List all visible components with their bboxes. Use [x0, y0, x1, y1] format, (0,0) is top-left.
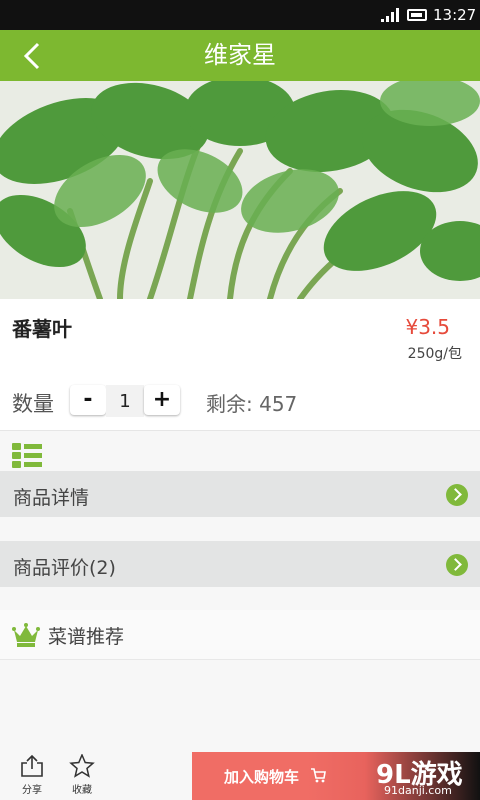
favorite-button[interactable]: 收藏: [62, 754, 102, 798]
product-details-label: 商品详情: [13, 487, 90, 509]
stock-remaining: 剩余: 457: [206, 392, 298, 416]
quantity-label: 数量: [12, 392, 54, 416]
page-title: 维家星: [204, 41, 276, 69]
app-header: 维家星: [0, 30, 480, 81]
divider: [0, 430, 480, 431]
chevron-right-icon: [446, 554, 468, 576]
quantity-plus-button[interactable]: +: [144, 385, 180, 415]
favorite-label: 收藏: [72, 785, 92, 796]
share-label: 分享: [22, 785, 42, 796]
recipe-recommend-row[interactable]: 菜谱推荐: [0, 610, 480, 660]
star-icon: [69, 754, 95, 778]
back-button[interactable]: [14, 38, 54, 74]
recipe-recommend-label: 菜谱推荐: [48, 626, 125, 648]
list-view-icon[interactable]: [12, 443, 42, 469]
share-button[interactable]: 分享: [12, 754, 52, 798]
quantity-stepper: - 1 +: [70, 385, 180, 417]
share-icon: [21, 754, 43, 777]
status-time: 13:27: [433, 6, 477, 24]
chevron-left-icon: [23, 42, 40, 70]
product-name: 番薯叶: [12, 317, 72, 341]
watermark-url: 91danji.com: [384, 784, 452, 797]
quantity-value[interactable]: 1: [106, 385, 144, 417]
cart-icon: [311, 768, 326, 783]
product-reviews-label: 商品评价(2): [13, 557, 116, 579]
chevron-right-icon: [446, 484, 468, 506]
add-to-cart-label: 加入购物车: [224, 768, 300, 786]
signal-icon: [381, 8, 399, 22]
product-price: ¥3.5: [405, 315, 450, 339]
product-reviews-row[interactable]: 商品评价(2): [0, 541, 480, 587]
product-details-row[interactable]: 商品详情: [0, 471, 480, 517]
product-unit: 250g/包: [407, 346, 462, 362]
quantity-minus-button[interactable]: -: [70, 385, 106, 415]
product-image: [0, 81, 480, 299]
status-bar: 13:27: [0, 0, 480, 30]
battery-icon: [407, 9, 427, 21]
crown-icon: [12, 623, 40, 647]
product-info: 番薯叶 ¥3.5 250g/包 数量 - 1 + 剩余: 457: [0, 299, 480, 431]
